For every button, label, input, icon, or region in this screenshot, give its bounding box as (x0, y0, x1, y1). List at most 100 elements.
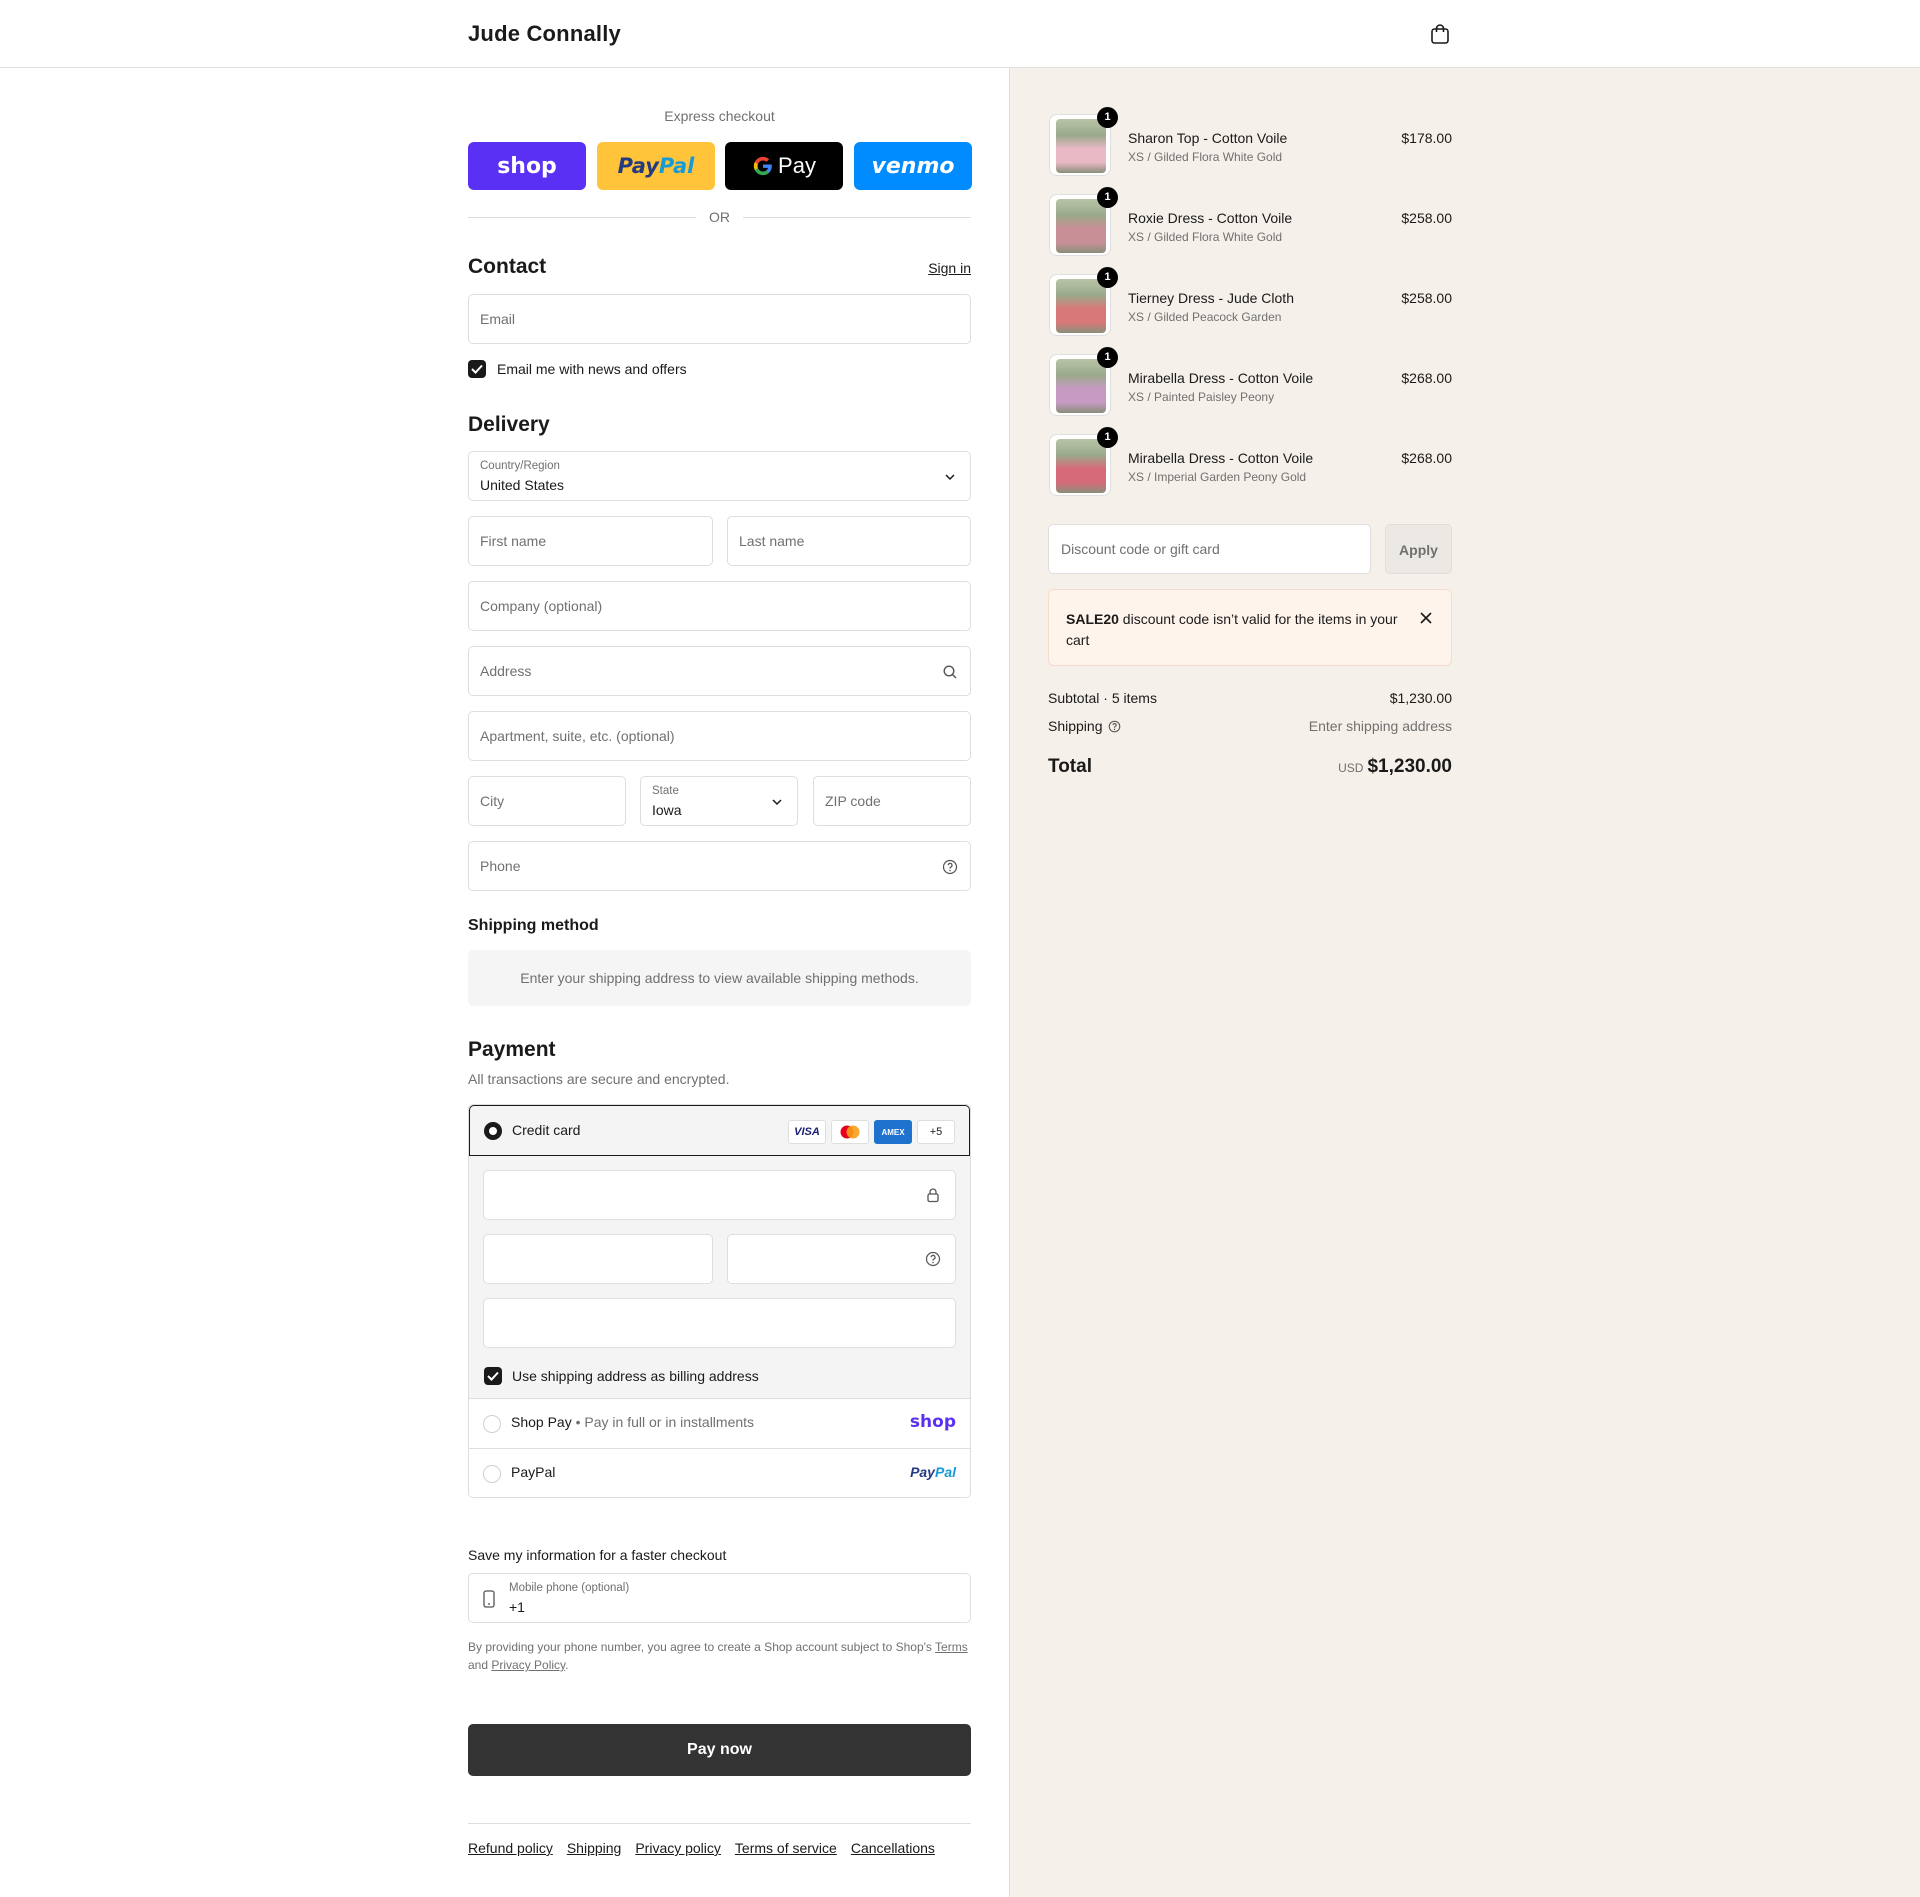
mastercard-icon (831, 1120, 869, 1144)
shipping-label: Shipping (1048, 718, 1103, 734)
delivery-heading: Delivery (468, 413, 550, 436)
email-field[interactable]: Email (468, 294, 971, 344)
terms-link[interactable]: Terms (935, 1640, 968, 1654)
apply-discount-button[interactable]: Apply (1385, 524, 1452, 574)
payment-heading: Payment (468, 1038, 556, 1061)
footer-links: Refund policy Shipping Privacy policy Te… (468, 1840, 935, 1856)
or-divider: OR (468, 208, 971, 228)
terms-of-service-link[interactable]: Terms of service (735, 1840, 837, 1856)
last-name-field[interactable]: Last name (727, 516, 971, 566)
google-g-icon (753, 156, 772, 176)
shipping-method-notice: Enter your shipping address to view avai… (468, 950, 971, 1006)
subtotal-value: $1,230.00 (1389, 690, 1452, 706)
paypal-option[interactable]: PayPal PayPal (469, 1448, 970, 1497)
search-icon (943, 665, 957, 679)
paypal-radio[interactable] (483, 1465, 501, 1483)
quantity-badge: 1 (1097, 427, 1118, 448)
product-name: Mirabella Dress - Cotton Voile (1128, 450, 1314, 466)
card-details: Use shipping address as billing address (469, 1156, 970, 1398)
footer-divider (468, 1823, 971, 1824)
mobile-phone-field[interactable]: Mobile phone (optional) +1 (468, 1573, 971, 1623)
security-code-field[interactable] (727, 1234, 956, 1284)
zip-field[interactable]: ZIP code (813, 776, 971, 826)
subtotal-row: Subtotal · 5 items $1,230.00 (1048, 690, 1452, 706)
product-price: $268.00 (1401, 450, 1452, 466)
first-name-field[interactable]: First name (468, 516, 713, 566)
product-variant: XS / Painted Paisley Peony (1128, 390, 1275, 404)
paypal-logo: PayPal (910, 1464, 956, 1480)
discount-error-banner: SALE20 discount code isn’t valid for the… (1048, 589, 1452, 666)
total-amount: USD $1,230.00 (1338, 756, 1452, 778)
product-name: Roxie Dress - Cotton Voile (1128, 210, 1293, 226)
cart-item: 1 Roxie Dress - Cotton Voile XS / Gilded… (1049, 187, 1452, 258)
paypal-button[interactable]: Pay Pal (597, 142, 715, 190)
product-price: $258.00 (1401, 290, 1452, 306)
express-checkout-title: Express checkout (664, 108, 775, 124)
pay-now-button[interactable]: Pay now (468, 1724, 971, 1776)
sign-in-link[interactable]: Sign in (928, 260, 971, 276)
cart-item: 1 Mirabella Dress - Cotton Voile XS / Pa… (1049, 347, 1452, 418)
credit-card-option[interactable]: Credit card VISA AMEX +5 (469, 1105, 970, 1156)
refund-policy-link[interactable]: Refund policy (468, 1840, 553, 1856)
name-on-card-field[interactable] (483, 1298, 956, 1348)
quantity-badge: 1 (1097, 107, 1118, 128)
card-number-field[interactable] (483, 1170, 956, 1220)
help-icon[interactable] (1108, 720, 1121, 733)
help-icon[interactable] (925, 1251, 941, 1267)
newsletter-label: Email me with news and offers (497, 361, 687, 377)
discount-code-field[interactable]: Discount code or gift card (1048, 524, 1371, 574)
expiration-date-field[interactable] (483, 1234, 713, 1284)
address-field[interactable]: Address (468, 646, 971, 696)
shipping-row: Shipping Enter shipping address (1048, 718, 1452, 734)
quantity-badge: 1 (1097, 347, 1118, 368)
mobile-phone-icon (483, 1590, 495, 1608)
brand-logo[interactable]: Jude Connally (468, 21, 621, 47)
privacy-policy-link[interactable]: Privacy policy (635, 1840, 721, 1856)
credit-card-radio[interactable] (484, 1122, 502, 1140)
help-icon[interactable] (942, 859, 958, 875)
product-variant: XS / Gilded Flora White Gold (1128, 150, 1283, 164)
payment-subtitle: All transactions are secure and encrypte… (468, 1071, 730, 1087)
product-image (1056, 119, 1106, 173)
country-select[interactable]: Country/Region United States (468, 451, 971, 501)
save-info-heading: Save my information for a faster checkou… (468, 1547, 727, 1563)
chevron-down-icon (945, 474, 955, 481)
total-row: Total USD $1,230.00 (1048, 756, 1452, 782)
shipping-link[interactable]: Shipping (567, 1840, 622, 1856)
billing-same-checkbox[interactable] (484, 1367, 502, 1385)
newsletter-checkbox[interactable] (468, 360, 486, 378)
cart-item: 1 Tierney Dress - Jude Cloth XS / Gilded… (1049, 267, 1452, 338)
shopping-bag-icon[interactable] (1428, 22, 1452, 46)
total-label: Total (1048, 756, 1092, 777)
apartment-field[interactable]: Apartment, suite, etc. (optional) (468, 711, 971, 761)
amex-icon: AMEX (874, 1120, 912, 1144)
total-value: $1,230.00 (1367, 756, 1452, 777)
paypal-label: PayPal (511, 1464, 556, 1480)
close-icon[interactable] (1419, 611, 1433, 625)
phone-field[interactable]: Phone (468, 841, 971, 891)
product-name: Sharon Top - Cotton Voile (1128, 130, 1288, 146)
venmo-button[interactable]: venmo (854, 142, 972, 190)
product-variant: XS / Gilded Peacock Garden (1128, 310, 1282, 324)
cart-item: 1 Sharon Top - Cotton Voile XS / Gilded … (1049, 107, 1452, 178)
product-image (1056, 279, 1106, 333)
product-price: $268.00 (1401, 370, 1452, 386)
quantity-badge: 1 (1097, 267, 1118, 288)
quantity-badge: 1 (1097, 187, 1118, 208)
city-field[interactable]: City (468, 776, 626, 826)
card-brands: VISA AMEX +5 (788, 1120, 955, 1144)
shop-pay-button[interactable]: shop (468, 142, 586, 190)
state-select[interactable]: State Iowa (640, 776, 798, 826)
shop-pay-option[interactable]: Shop Pay • Pay in full or in installment… (469, 1398, 970, 1448)
google-pay-button[interactable]: Pay (725, 142, 843, 190)
product-price: $258.00 (1401, 210, 1452, 226)
shop-pay-radio[interactable] (483, 1415, 501, 1433)
chevron-down-icon (772, 799, 782, 806)
billing-same-label: Use shipping address as billing address (512, 1368, 759, 1384)
company-field[interactable]: Company (optional) (468, 581, 971, 631)
contact-heading: Contact (468, 255, 547, 278)
cancellations-link[interactable]: Cancellations (851, 1840, 935, 1856)
header: Jude Connally (0, 0, 1920, 68)
shop-legal-text: By providing your phone number, you agre… (468, 1640, 968, 1672)
privacy-link[interactable]: Privacy Policy (491, 1658, 565, 1672)
